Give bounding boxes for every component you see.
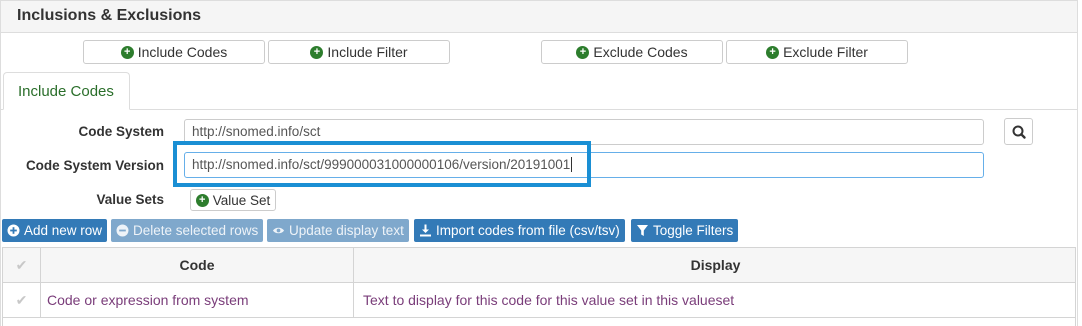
eye-icon	[272, 224, 285, 237]
filter-icon	[636, 224, 649, 237]
panel-title: Inclusions & Exclusions	[0, 0, 1078, 33]
import-icon	[419, 224, 432, 237]
search-icon	[1012, 125, 1026, 139]
check-icon: ✔	[15, 256, 28, 273]
exclude-filter-label: Exclude Filter	[783, 44, 868, 60]
delete-selected-rows-label: Delete selected rows	[133, 223, 259, 238]
code-system-version-input[interactable]: http://snomed.info/sct/99900003100000010…	[184, 152, 984, 178]
update-display-text-label: Update display text	[289, 223, 404, 238]
code-system-version-label: Code System Version	[25, 158, 164, 173]
plus-circle-icon	[7, 224, 20, 237]
add-new-row-button[interactable]: Add new row	[2, 219, 108, 242]
add-new-row-label: Add new row	[24, 223, 103, 238]
update-display-text-button[interactable]: Update display text	[267, 219, 409, 242]
codes-grid: ✔ Code Display ✔ Code or expression from…	[2, 247, 1076, 326]
grid-header: ✔ Code Display	[3, 248, 1075, 283]
exclude-codes-label: Exclude Codes	[593, 44, 688, 60]
search-button[interactable]	[1004, 118, 1033, 145]
include-codes-button[interactable]: + Include Codes	[83, 40, 265, 64]
import-codes-button[interactable]: Import codes from file (csv/tsv)	[414, 219, 625, 242]
plus-circle-icon: +	[195, 193, 209, 207]
import-codes-label: Import codes from file (csv/tsv)	[436, 223, 620, 238]
include-filter-button[interactable]: + Include Filter	[268, 40, 450, 64]
row-select-checkbox[interactable]: ✔	[3, 283, 41, 317]
plus-circle-icon: +	[766, 45, 780, 59]
plus-circle-icon: +	[310, 45, 324, 59]
plus-circle-icon: +	[120, 45, 134, 59]
tab-divider	[1, 109, 1077, 110]
tab-include-codes[interactable]: Include Codes	[3, 72, 130, 110]
code-system-version-value: http://snomed.info/sct/99900003100000010…	[192, 157, 571, 172]
column-header-code[interactable]: Code	[41, 248, 354, 282]
column-header-display[interactable]: Display	[354, 248, 1077, 282]
table-row[interactable]: ✔ Code or expression from system Text to…	[3, 283, 1075, 318]
exclude-codes-button[interactable]: + Exclude Codes	[541, 40, 723, 64]
include-codes-label: Include Codes	[137, 44, 228, 60]
minus-circle-icon	[116, 224, 129, 237]
toggle-filters-button[interactable]: Toggle Filters	[631, 219, 739, 242]
toggle-filters-label: Toggle Filters	[653, 223, 734, 238]
code-system-label: Code System	[78, 124, 164, 139]
plus-circle-icon: +	[576, 45, 590, 59]
exclude-filter-button[interactable]: + Exclude Filter	[726, 40, 908, 64]
display-cell[interactable]: Text to display for this code for this v…	[354, 283, 1077, 317]
add-value-set-button[interactable]: + Value Set	[190, 189, 276, 211]
value-set-button-label: Value Set	[212, 192, 271, 208]
delete-selected-rows-button[interactable]: Delete selected rows	[111, 219, 264, 242]
check-icon: ✔	[15, 291, 28, 308]
select-all-checkbox[interactable]: ✔	[3, 248, 41, 282]
value-sets-label: Value Sets	[96, 192, 164, 207]
text-caret	[571, 157, 573, 172]
include-filter-label: Include Filter	[327, 44, 408, 60]
code-system-input[interactable]: http://snomed.info/sct	[184, 119, 984, 145]
code-cell[interactable]: Code or expression from system	[41, 283, 354, 317]
